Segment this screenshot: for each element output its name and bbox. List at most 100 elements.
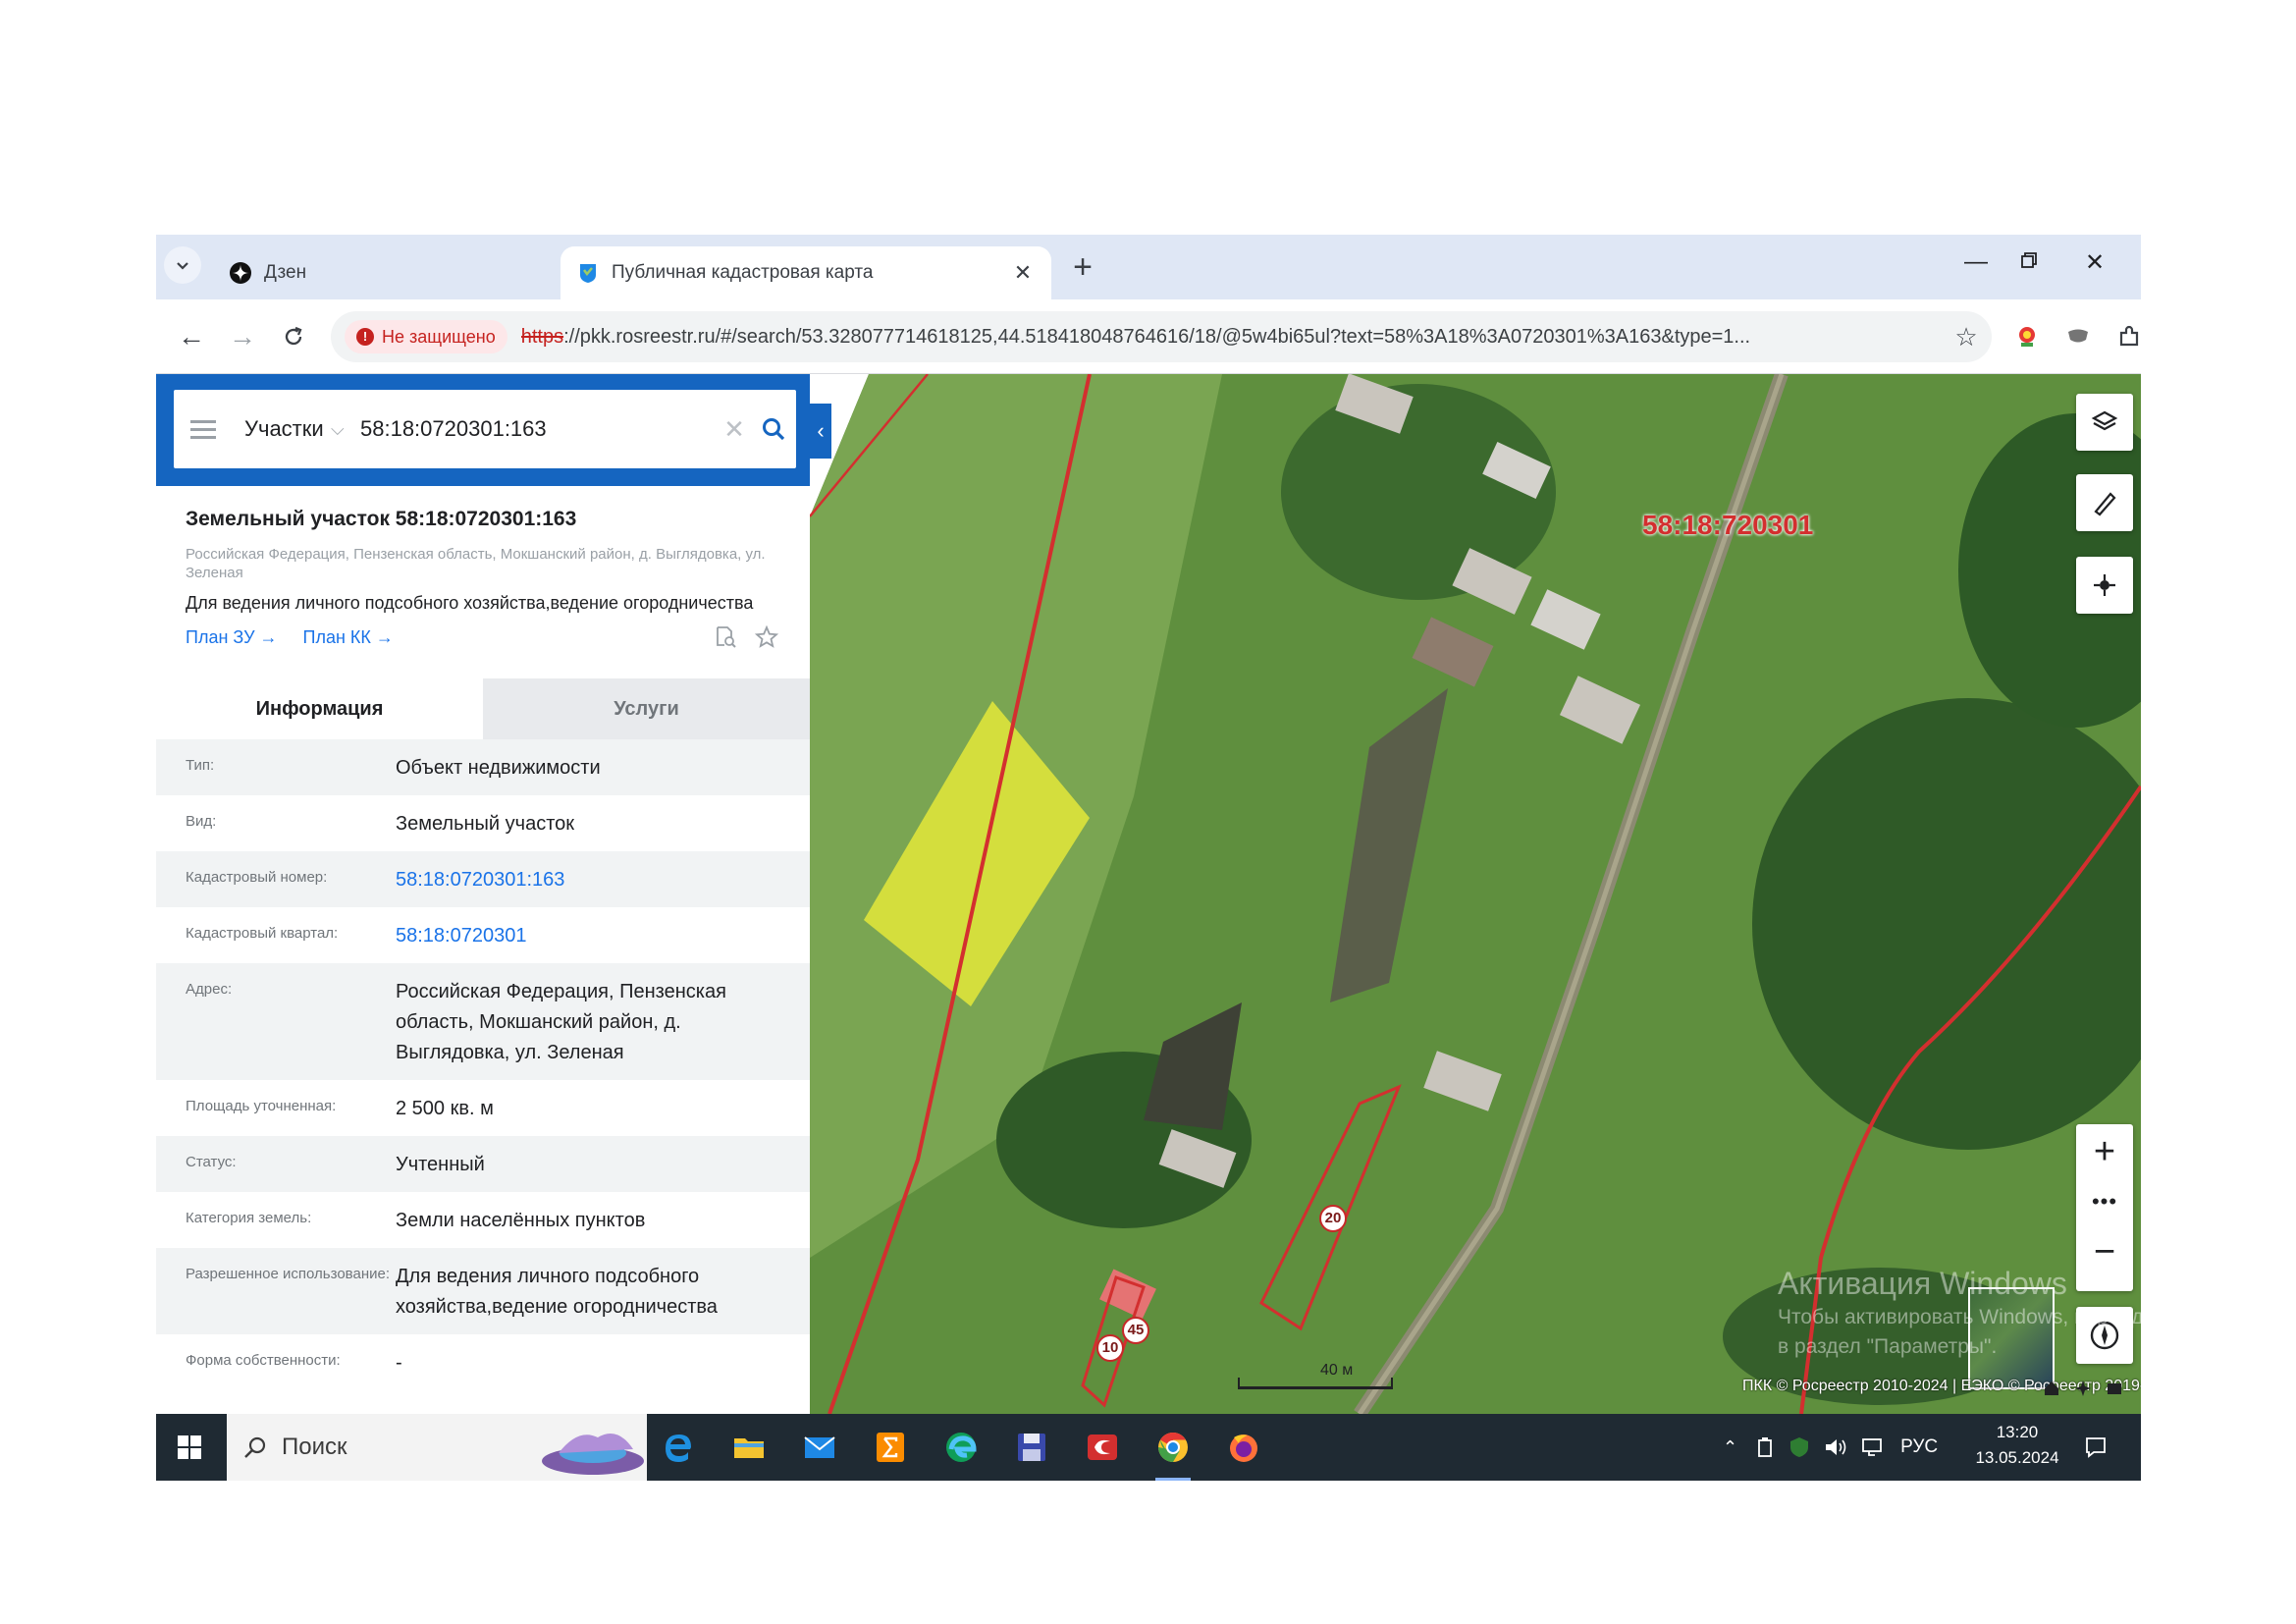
browser-tab-strip: Дзен ✕ Публичная кадастровая карта ✕ + —… [156,235,2141,299]
chevron-down-icon[interactable]: ⌵ [331,419,360,440]
save-app-icon[interactable] [1008,1424,1055,1471]
start-button[interactable] [156,1414,223,1481]
notification-icon [2086,1437,2106,1458]
search-highlight-illustration [542,1434,644,1475]
cadastral-quarter-link[interactable]: 58:18:0720301 [396,921,810,951]
menu-icon[interactable] [174,419,233,439]
plot-number-label[interactable]: 20 [1319,1205,1347,1232]
property-value: Земельный участок [396,813,575,835]
favorite-star-icon[interactable] [755,625,778,649]
tab-information[interactable]: Информация [156,678,483,739]
url-text[interactable]: https://pkk.rosreestr.ru/#/search/53.328… [521,326,1947,349]
clear-search-icon[interactable]: ✕ [718,414,751,445]
parcel-title: Земельный участок 58:18:0720301:163 [186,508,577,530]
property-value: 2 500 кв. м [396,1098,494,1119]
battery-icon[interactable] [1755,1436,1775,1458]
extensions-button[interactable] [2111,319,2141,354]
home-icon[interactable] [2043,1380,2060,1397]
restore-icon [2021,252,2037,268]
scale-label: 40 м [1320,1362,1354,1379]
property-row: Адрес: Российская Федерация, Пензенская … [156,963,810,1080]
search-button[interactable] [751,416,796,442]
property-row: Форма собственности: - [156,1334,810,1390]
search-box: Участки ⌵ 58:18:0720301:163 ✕ [174,390,796,468]
firefox-browser-icon [1230,1435,1257,1462]
property-row: Кадастровый номер: 58:18:0720301:163 [156,851,810,907]
satellite-map[interactable] [810,374,2141,1414]
property-row: Площадь уточненная: 2 500 кв. м [156,1080,810,1136]
extension-icon[interactable] [2060,319,2096,354]
collapse-panel-button[interactable]: ‹ [810,404,831,459]
category-select[interactable]: Участки [244,416,331,442]
restore-button[interactable] [2009,248,2049,276]
parcel-use: Для ведения личного подсобного хозяйства… [186,593,754,613]
tab-services[interactable]: Услуги [483,678,810,739]
file-explorer-icon[interactable] [725,1424,773,1471]
security-chip[interactable]: ! Не защищено [345,320,507,353]
zoom-in-button[interactable]: + [2076,1124,2133,1179]
screen: Дзен ✕ Публичная кадастровая карта ✕ + —… [156,235,2141,1481]
mail-icon[interactable] [796,1424,843,1471]
shield-icon [2068,329,2088,343]
edge-icon[interactable] [937,1424,985,1471]
extension-icon[interactable] [2009,319,2045,354]
network-icon[interactable] [1861,1436,1885,1458]
measure-button[interactable] [2076,474,2133,531]
minimize-button[interactable]: — [1956,248,1996,276]
plot-number-label[interactable]: 10 [1096,1334,1124,1362]
bookmark-star-icon[interactable]: ☆ [1947,322,1986,352]
firefox-icon[interactable] [1220,1424,1267,1471]
reload-button[interactable] [274,317,313,356]
search-input[interactable]: 58:18:0720301:163 [360,416,718,442]
plan-zu-link[interactable]: План ЗУ → [186,627,278,648]
plot-number-label[interactable]: 45 [1122,1317,1149,1344]
ie-icon [666,1435,691,1462]
edge-legacy-icon[interactable] [655,1424,702,1471]
position-icon[interactable] [2074,1380,2092,1397]
fullscreen-icon[interactable] [2106,1380,2123,1397]
back-button[interactable]: ← [172,317,211,356]
app-sigma-icon[interactable] [867,1424,914,1471]
scale-bar [1238,1378,1393,1389]
property-key: Разрешенное использование: [186,1266,390,1282]
property-row: Статус: Учтенный [156,1136,810,1192]
tab-search-button[interactable] [164,246,201,284]
chrome-browser-icon [1158,1433,1188,1462]
extension-badge-icon [2019,327,2035,347]
map-view[interactable]: ‹ 58:18:720301 20 10 45 + ••• − Активаци… [810,374,2141,1414]
search-icon [244,1436,266,1458]
red-app-icon[interactable] [1079,1424,1126,1471]
tab-cadastral-map[interactable]: Публичная кадастровая карта ✕ [561,246,1051,299]
clock-date: 13.05.2024 [1975,1448,2059,1467]
property-row: Разрешенное использование: Для ведения л… [156,1248,810,1334]
zoom-out-button[interactable]: − [2076,1224,2133,1279]
rosreestr-icon [580,264,596,283]
cadastral-number-link[interactable]: 58:18:0720301:163 [396,865,810,895]
tab-dzen[interactable]: Дзен ✕ [213,246,602,299]
crescent-app-icon [1088,1435,1117,1460]
taskbar-search[interactable]: Поиск [227,1414,647,1481]
defender-icon[interactable] [1789,1436,1810,1458]
locate-button[interactable] [2076,557,2133,614]
close-window-button[interactable]: ✕ [2075,248,2114,277]
layers-button[interactable] [2076,394,2133,451]
new-tab-button[interactable]: + [1063,248,1102,287]
volume-icon[interactable] [1824,1436,1847,1458]
chrome-icon[interactable] [1149,1424,1197,1481]
notifications-button[interactable] [2084,1414,2108,1481]
properties-table: Тип: Объект недвижимости Вид: Земельный … [156,739,810,1390]
document-search-icon[interactable] [714,625,737,649]
plan-kk-link[interactable]: План КК → [303,627,394,648]
clock[interactable]: 13:20 13.05.2024 [1970,1420,2064,1471]
property-key: Кадастровый номер: [186,869,328,886]
close-tab-icon[interactable]: ✕ [1010,260,1036,286]
address-bar[interactable]: ! Не защищено https://pkk.rosreestr.ru/#… [331,311,1992,362]
property-row: Категория земель: Земли населённых пункт… [156,1192,810,1248]
tray-overflow-icon[interactable]: ⌃ [1723,1437,1737,1458]
crosshair-icon [2094,574,2115,596]
windows-taskbar: Поиск ⌃ РУС 13:20 13.05.2024 [156,1414,2141,1481]
forward-button[interactable]: → [223,317,262,356]
property-key: Вид: [186,813,217,830]
more-options-button[interactable]: ••• [2076,1179,2133,1224]
input-language[interactable]: РУС [1900,1436,1938,1458]
